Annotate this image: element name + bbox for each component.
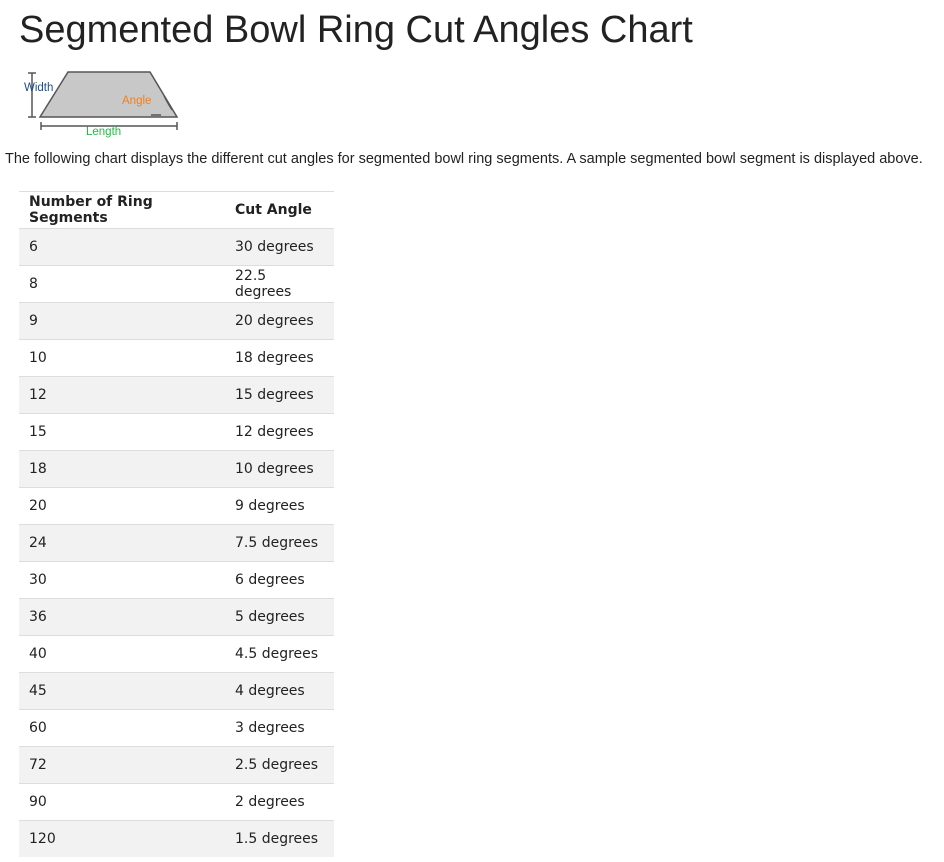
cell-ring-segments: 90 <box>19 783 225 821</box>
cell-ring-segments: 12 <box>19 376 225 414</box>
cell-cut-angle: 9 degrees <box>225 487 334 525</box>
table-row: 36 5 degrees <box>19 598 334 636</box>
header-cut-angle: Cut Angle <box>225 191 334 229</box>
cell-cut-angle: 22.5 degrees <box>225 265 334 303</box>
table-row: 8 22.5 degrees <box>19 265 334 303</box>
intro-text: The following chart displays the differe… <box>5 151 923 167</box>
cell-cut-angle: 4 degrees <box>225 672 334 710</box>
segment-shape <box>38 71 179 118</box>
cell-cut-angle: 18 degrees <box>225 339 334 377</box>
cell-cut-angle: 10 degrees <box>225 450 334 488</box>
table-row: 10 18 degrees <box>19 339 334 377</box>
table-row: 45 4 degrees <box>19 672 334 710</box>
page-title: Segmented Bowl Ring Cut Angles Chart <box>19 9 693 51</box>
table-row: 15 12 degrees <box>19 413 334 451</box>
segment-diagram-image: Width Angle Length <box>24 71 179 138</box>
length-label: Length <box>86 126 121 138</box>
cell-ring-segments: 36 <box>19 598 225 636</box>
table-row: 60 3 degrees <box>19 709 334 747</box>
cell-cut-angle: 4.5 degrees <box>225 635 334 673</box>
cell-cut-angle: 5 degrees <box>225 598 334 636</box>
cell-cut-angle: 15 degrees <box>225 376 334 414</box>
cell-ring-segments: 40 <box>19 635 225 673</box>
table-header-row: Number of Ring Segments Cut Angle <box>19 191 334 229</box>
table-body: 6 30 degrees 8 22.5 degrees 9 20 degrees 10 18 … <box>19 228 334 857</box>
cell-ring-segments: 6 <box>19 228 225 266</box>
table-row: 18 10 degrees <box>19 450 334 488</box>
cell-ring-segments: 45 <box>19 672 225 710</box>
cell-ring-segments: 10 <box>19 339 225 377</box>
cell-ring-segments: 9 <box>19 302 225 340</box>
table-row: 40 4.5 degrees <box>19 635 334 673</box>
cell-ring-segments: 72 <box>19 746 225 784</box>
cell-cut-angle: 12 degrees <box>225 413 334 451</box>
cell-ring-segments: 20 <box>19 487 225 525</box>
cell-ring-segments: 30 <box>19 561 225 599</box>
cell-cut-angle: 6 degrees <box>225 561 334 599</box>
table-row: 30 6 degrees <box>19 561 334 599</box>
table-row: 20 9 degrees <box>19 487 334 525</box>
table-row: 9 20 degrees <box>19 302 334 340</box>
cell-cut-angle: 7.5 degrees <box>225 524 334 562</box>
cell-cut-angle: 2.5 degrees <box>225 746 334 784</box>
width-dimension <box>28 72 36 118</box>
segment-diagram: Width Angle Length <box>20 66 190 140</box>
table-row: 120 1.5 degrees <box>19 820 334 857</box>
width-label: Width <box>24 82 53 94</box>
cell-ring-segments: 18 <box>19 450 225 488</box>
angle-label: Angle <box>122 95 151 107</box>
cell-ring-segments: 120 <box>19 820 225 857</box>
cell-ring-segments: 60 <box>19 709 225 747</box>
table-row: 72 2.5 degrees <box>19 746 334 784</box>
header-ring-segments: Number of Ring Segments <box>19 191 225 229</box>
table-row: 24 7.5 degrees <box>19 524 334 562</box>
cell-cut-angle: 30 degrees <box>225 228 334 266</box>
cell-cut-angle: 2 degrees <box>225 783 334 821</box>
cell-ring-segments: 8 <box>19 265 225 303</box>
cell-cut-angle: 20 degrees <box>225 302 334 340</box>
cut-angles-table: Number of Ring Segments Cut Angle 6 30 de… <box>19 191 334 857</box>
table-row: 90 2 degrees <box>19 783 334 821</box>
cell-ring-segments: 24 <box>19 524 225 562</box>
table-row: 6 30 degrees <box>19 228 334 266</box>
cell-cut-angle: 1.5 degrees <box>225 820 334 857</box>
cell-cut-angle: 3 degrees <box>225 709 334 747</box>
cell-ring-segments: 15 <box>19 413 225 451</box>
table-row: 12 15 degrees <box>19 376 334 414</box>
